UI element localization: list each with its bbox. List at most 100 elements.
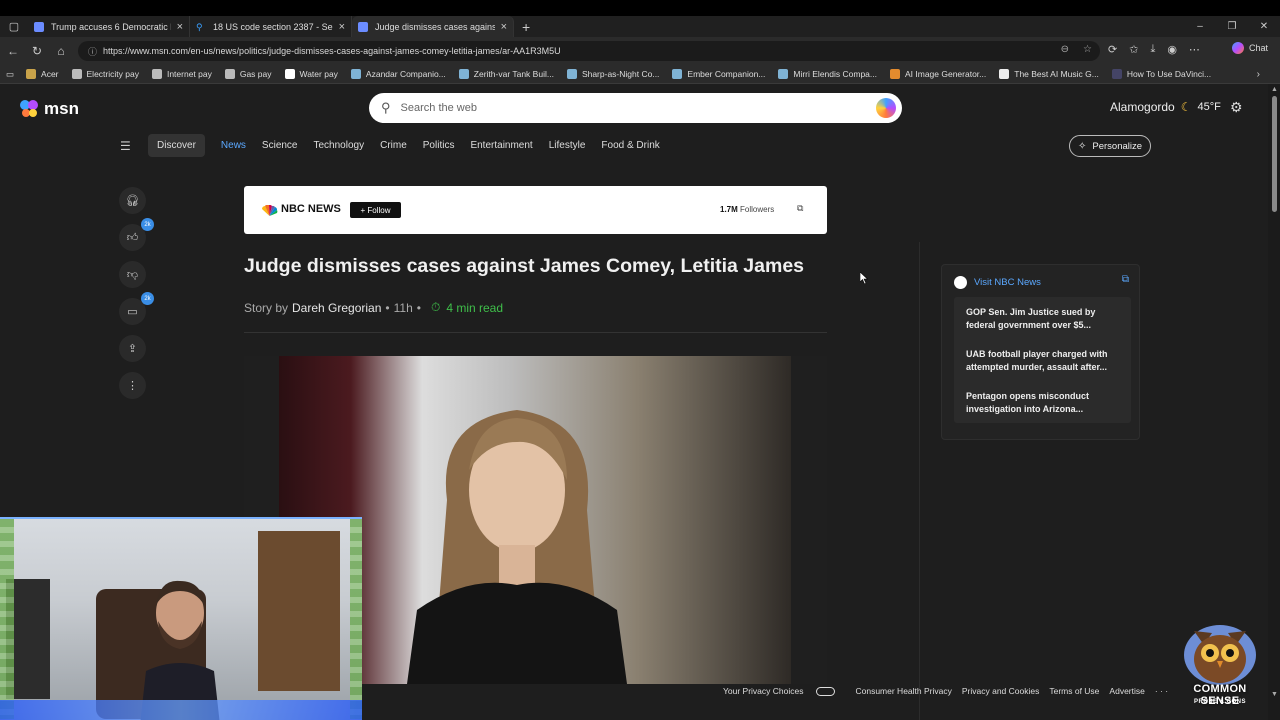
thumbs-up-icon: 👍︎ [126, 232, 139, 244]
followers-number: 1.7M [720, 205, 738, 214]
related-story-item[interactable]: GOP Sen. Jim Justice sued by federal gov… [954, 297, 1131, 339]
bookmark-item[interactable]: Electricity pay [71, 69, 139, 79]
tab-actions-icon[interactable]: ▢ [0, 16, 28, 37]
owl-icon [1184, 625, 1256, 685]
bookmarks-overflow-icon[interactable]: › [1257, 69, 1260, 80]
tab-close-icon[interactable]: × [501, 21, 507, 33]
author-link[interactable]: Dareh Gregorian [292, 301, 381, 315]
a-icon [284, 69, 295, 79]
restore-icon[interactable]: ❐ [1216, 16, 1248, 37]
tab-close-icon[interactable]: × [177, 21, 183, 33]
minimize-icon[interactable]: – [1184, 16, 1216, 37]
nav-item-discover[interactable]: Discover [148, 134, 205, 157]
external-link-icon[interactable]: ⧉ [797, 203, 803, 214]
byline: Story by Dareh Gregorian • 11h • ⏱ 4 min… [244, 300, 503, 315]
nav-item-entertainment[interactable]: Entertainment [470, 140, 532, 151]
chat-button[interactable]: Chat [1232, 42, 1268, 54]
close-window-icon[interactable]: ✕ [1248, 16, 1280, 37]
bookmark-item[interactable]: The Best AI Music G... [999, 69, 1099, 79]
like-button[interactable]: 👍︎ 2k [119, 218, 154, 251]
bookmark-item[interactable]: Mirri Elendis Compa... [778, 69, 877, 79]
new-tab-icon[interactable]: + [522, 19, 530, 35]
external-link-icon[interactable]: ⧉ [1122, 274, 1129, 285]
scroll-up-icon[interactable]: ▲ [1271, 86, 1278, 93]
publisher-name[interactable]: NBC NEWS [281, 203, 341, 215]
bookmark-label: Ember Companion... [687, 69, 766, 79]
site-icon [778, 69, 789, 79]
browser-tab-1[interactable]: Trump accuses 6 Democratic law × [28, 16, 190, 37]
publisher-card: NBC NEWS + Follow 1.7M Followers ⧉ [244, 186, 827, 234]
browser-tab-2[interactable]: ⚲ 18 US code section 2387 - Search × [190, 16, 352, 37]
bookmark-item[interactable]: Ember Companion... [672, 69, 765, 79]
reader-icon[interactable]: ⊖ [1061, 44, 1069, 55]
visit-publisher-link[interactable]: Visit NBC News [954, 276, 1041, 289]
msn-logo[interactable]: msn [19, 99, 79, 119]
more-menu-icon[interactable]: ⋯ [1189, 43, 1200, 56]
tab-close-icon[interactable]: × [339, 21, 345, 33]
nav-item-lifestyle[interactable]: Lifestyle [549, 140, 586, 151]
nav-item-food-drink[interactable]: Food & Drink [601, 140, 659, 151]
tab-favicon-icon [34, 21, 44, 32]
webcam-wardrobe [258, 531, 340, 691]
extensions-icon[interactable]: ⟳ [1108, 43, 1117, 56]
temperature-label: 45°F [1197, 101, 1221, 113]
personalize-button[interactable]: ✧ Personalize [1069, 135, 1151, 157]
bookmark-item[interactable]: Internet pay [151, 69, 212, 79]
bookmark-item[interactable]: Zerith-var Tank Buil... [458, 69, 554, 79]
downloads-icon[interactable]: ⤓ [1150, 43, 1155, 56]
site-info-icon[interactable]: ⓘ [88, 45, 97, 58]
bookmark-item[interactable]: Gas pay [224, 69, 272, 79]
bookmark-item[interactable]: Acer [26, 69, 59, 79]
more-options-button[interactable]: ⋮ [119, 372, 146, 399]
bookmark-item[interactable]: Water pay [284, 69, 338, 79]
favorites-icon[interactable]: ✩ [1129, 43, 1138, 56]
bookmark-item[interactable]: Sharp-as-Night Co... [566, 69, 659, 79]
copilot-icon[interactable] [876, 98, 896, 118]
address-bar[interactable]: ⓘ https://www.msn.com/en-us/news/politic… [78, 41, 1100, 61]
privacy-cookies-link[interactable]: Privacy and Cookies [962, 686, 1039, 696]
hamburger-menu-icon[interactable]: ☰ [120, 139, 138, 153]
bookmark-item[interactable]: Azandar Companio... [350, 69, 446, 79]
search-box[interactable]: ⚲ Search the web [369, 93, 902, 123]
scroll-down-icon[interactable]: ▼ [1271, 691, 1278, 698]
bookmarks-bar: ▭ Acer Electricity pay Internet pay Gas pay… [0, 65, 1280, 84]
privacy-toggle-icon [816, 687, 836, 697]
scroll-thumb[interactable] [1272, 96, 1277, 212]
search-placeholder: Search the web [400, 102, 477, 114]
settings-gear-icon[interactable]: ⚙ [1230, 99, 1243, 116]
share-icon: ⇪ [127, 343, 138, 355]
bookmark-item[interactable]: AI Image Generator... [889, 69, 986, 79]
comments-button[interactable]: ▭ 2k [119, 292, 154, 325]
share-button[interactable]: ⇪ [119, 335, 146, 362]
page-scrollbar[interactable]: ▲ ▼ [1268, 84, 1280, 720]
terms-link[interactable]: Terms of Use [1049, 686, 1099, 696]
weather-widget[interactable]: Alamogordo ☾ 45°F [1110, 100, 1221, 114]
nav-item-science[interactable]: Science [262, 140, 298, 151]
listen-button[interactable]: 🎧︎ [119, 187, 146, 214]
back-icon[interactable]: ← [1, 44, 25, 58]
nav-item-crime[interactable]: Crime [380, 140, 407, 151]
nav-item-technology[interactable]: Technology [314, 140, 365, 151]
dislike-button[interactable]: 👎︎ [119, 261, 146, 288]
privacy-choices-link[interactable]: Your Privacy Choices [723, 686, 845, 697]
nav-item-politics[interactable]: Politics [423, 140, 455, 151]
footer-more-icon[interactable]: · · · [1155, 686, 1168, 696]
profile-avatar-icon[interactable]: ◉ [1167, 43, 1177, 56]
top-nav: ☰ Discover News Science Technology Crime Poli… [120, 134, 676, 157]
related-story-item[interactable]: Pentagon opens misconduct investigation … [954, 381, 1131, 423]
follow-button[interactable]: + Follow [350, 202, 401, 218]
related-story-item[interactable]: UAB football player charged with attempt… [954, 339, 1131, 381]
moon-icon: ☾ [1180, 100, 1192, 114]
advertise-link[interactable]: Advertise [1109, 686, 1144, 696]
bookmark-item[interactable]: How To Use DaVinci... [1111, 69, 1211, 79]
browser-tab-3-active[interactable]: Judge dismisses cases against Jan × [352, 16, 514, 37]
read-time: 4 min read [446, 300, 504, 315]
nbc-logo-icon [954, 276, 967, 289]
nav-item-news[interactable]: News [221, 140, 246, 151]
home-icon[interactable]: ⌂ [49, 44, 73, 58]
consumer-health-link[interactable]: Consumer Health Privacy [855, 686, 951, 696]
reading-view-icon[interactable]: ▭ [6, 69, 14, 80]
favorite-star-icon[interactable]: ☆ [1083, 44, 1092, 55]
site-icon [458, 69, 469, 79]
refresh-icon[interactable]: ↻ [25, 44, 49, 58]
